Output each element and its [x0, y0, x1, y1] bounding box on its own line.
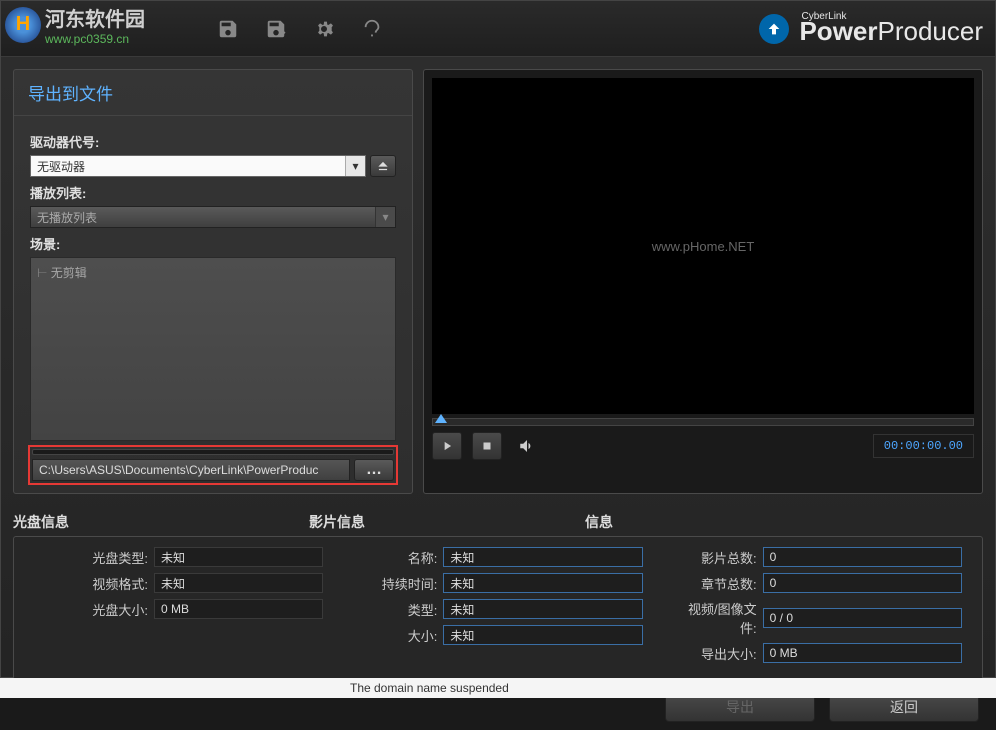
- save-as-icon[interactable]: [261, 14, 291, 44]
- movie-size-label: 大小:: [353, 626, 443, 645]
- files-count-label: 视频/图像文件:: [673, 599, 763, 637]
- tab-info[interactable]: 信息: [585, 512, 613, 532]
- site-logo-icon: H: [5, 7, 41, 43]
- tab-movie-info[interactable]: 影片信息: [309, 512, 365, 532]
- files-count-value: 0 / 0: [763, 608, 962, 628]
- playlist-label: 播放列表:: [30, 183, 396, 202]
- slider-track[interactable]: [32, 449, 394, 455]
- titlebar: CyberLink PowerProducer: [1, 1, 995, 57]
- duration-value: 未知: [443, 573, 642, 593]
- disc-type-value: 未知: [154, 547, 323, 567]
- timecode-display: 00:00:00.00: [873, 434, 974, 458]
- site-url: www.pc0359.cn: [45, 32, 145, 46]
- scene-item[interactable]: 无剪辑: [37, 264, 389, 281]
- disc-size-value: 0 MB: [154, 599, 323, 619]
- movies-count-label: 影片总数:: [673, 548, 763, 567]
- eject-button[interactable]: [370, 155, 396, 177]
- video-format-value: 未知: [154, 573, 323, 593]
- tab-disc-info[interactable]: 光盘信息: [13, 512, 69, 532]
- brand-product: PowerProducer: [799, 16, 983, 47]
- disc-type-label: 光盘类型:: [34, 548, 154, 567]
- movie-type-label: 类型:: [353, 600, 443, 619]
- brand-logo: CyberLink PowerProducer: [759, 11, 983, 47]
- app-window: H 河东软件园 www.pc0359.cn Cybe: [0, 0, 996, 678]
- playlist-select[interactable]: 无播放列表 ▾: [30, 206, 396, 228]
- status-text: The domain name suspended: [350, 681, 509, 695]
- preview-panel: www.pHome.NET 00:00:00.00: [423, 69, 983, 494]
- export-panel: 导出到文件 驱动器代号: 无驱动器 ▾ 播放列表: 无播放列表 ▾: [13, 69, 413, 494]
- movie-size-value: 未知: [443, 625, 642, 645]
- scene-list[interactable]: 无剪辑: [30, 257, 396, 441]
- timeline-marker-icon[interactable]: [435, 414, 447, 423]
- help-icon[interactable]: [357, 14, 387, 44]
- output-path-input[interactable]: C:\Users\ASUS\Documents\CyberLink\PowerP…: [32, 459, 350, 481]
- settings-icon[interactable]: [309, 14, 339, 44]
- chevron-down-icon: ▾: [375, 207, 395, 227]
- duration-label: 持续时间:: [353, 574, 443, 593]
- export-size-value: 0 MB: [763, 643, 962, 663]
- site-name: 河东软件园: [45, 3, 145, 32]
- volume-button[interactable]: [512, 432, 542, 460]
- scene-label: 场景:: [30, 234, 396, 253]
- video-preview: www.pHome.NET: [432, 78, 974, 414]
- chapters-count-label: 章节总数:: [673, 574, 763, 593]
- browse-button[interactable]: …: [354, 459, 394, 481]
- video-format-label: 视频格式:: [34, 574, 154, 593]
- chapters-count-value: 0: [763, 573, 962, 593]
- disc-size-label: 光盘大小:: [34, 600, 154, 619]
- disc-info-column: 光盘类型: 未知 视频格式: 未知 光盘大小: 0 MB: [34, 547, 323, 669]
- video-watermark: www.pHome.NET: [652, 239, 755, 254]
- panel-title: 导出到文件: [14, 70, 412, 116]
- site-watermark: H 河东软件园 www.pc0359.cn: [5, 3, 145, 46]
- stop-button[interactable]: [472, 432, 502, 460]
- movies-count-value: 0: [763, 547, 962, 567]
- drive-label: 驱动器代号:: [30, 132, 396, 151]
- highlighted-region: C:\Users\ASUS\Documents\CyberLink\PowerP…: [28, 445, 398, 485]
- movie-info-column: 名称: 未知 持续时间: 未知 类型: 未知 大小: 未知: [353, 547, 642, 669]
- movie-name-label: 名称:: [353, 548, 443, 567]
- movie-type-value: 未知: [443, 599, 642, 619]
- stats-column: 影片总数: 0 章节总数: 0 视频/图像文件: 0 / 0 导出大小: 0 M…: [673, 547, 962, 669]
- movie-name-value: 未知: [443, 547, 642, 567]
- save-icon[interactable]: [213, 14, 243, 44]
- brand-arrow-icon: [759, 14, 789, 44]
- play-button[interactable]: [432, 432, 462, 460]
- export-size-label: 导出大小:: [673, 644, 763, 663]
- info-panel: 光盘类型: 未知 视频格式: 未知 光盘大小: 0 MB 名称: 未知 持续时间…: [13, 536, 983, 680]
- video-timeline[interactable]: [432, 418, 974, 426]
- chevron-down-icon: ▾: [345, 156, 365, 176]
- drive-select[interactable]: 无驱动器 ▾: [30, 155, 366, 177]
- status-bar: The domain name suspended: [0, 678, 996, 698]
